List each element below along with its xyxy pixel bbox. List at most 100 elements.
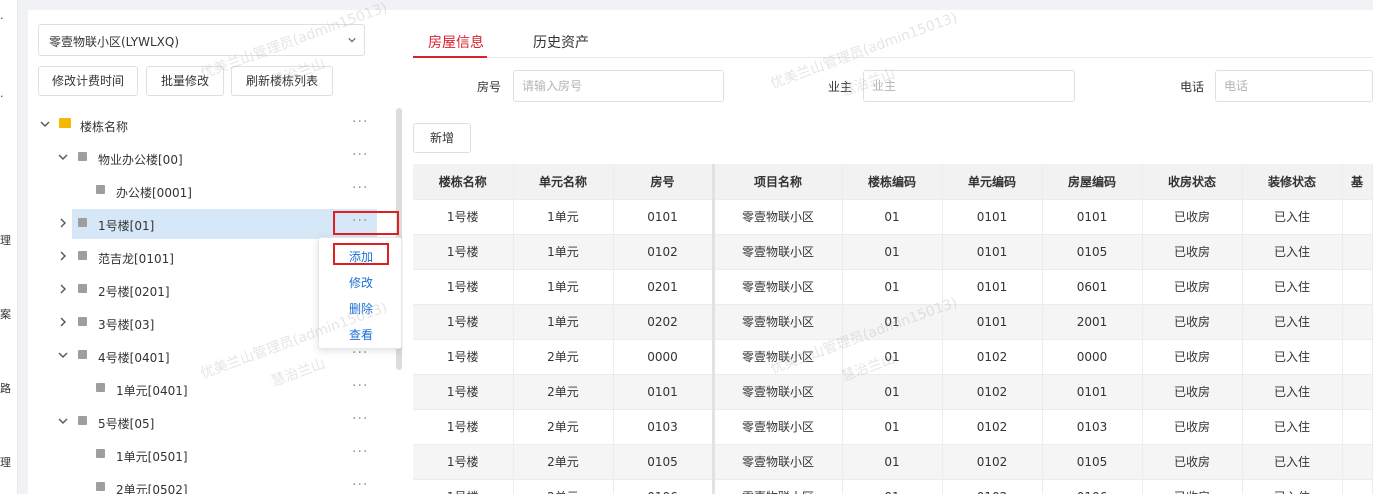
table-cell: 01 <box>842 374 943 410</box>
table-row[interactable]: 1号楼2单元0106零壹物联小区0101020106已收房已入住 <box>413 479 1373 494</box>
modify-billing-time-button[interactable]: 修改计费时间 <box>38 66 138 96</box>
side-nav: · · 理 案 路 理 <box>0 0 18 494</box>
unit-icon <box>96 383 105 392</box>
tree-node[interactable]: 办公楼[0001] ··· <box>36 176 396 206</box>
chevron-right-icon[interactable] <box>58 218 68 228</box>
owner-input[interactable] <box>863 70 1075 102</box>
table-cell: 2单元 <box>513 479 614 494</box>
more-icon[interactable]: ··· <box>352 378 368 394</box>
table-cell: 0101 <box>942 269 1043 305</box>
room-input[interactable] <box>513 70 724 102</box>
table-cell: 已入住 <box>1242 199 1343 235</box>
batch-modify-button[interactable]: 批量修改 <box>146 66 224 96</box>
table-cell: 已收房 <box>1142 304 1243 340</box>
table-cell: 1单元 <box>513 234 614 270</box>
more-icon[interactable]: ··· <box>352 411 368 427</box>
column-header: 房号 <box>613 164 715 200</box>
table-cell <box>1342 409 1373 445</box>
tab-active-indicator <box>413 56 487 58</box>
table-cell <box>1342 269 1373 305</box>
table-cell: 01 <box>842 444 943 480</box>
table-cell: 已入住 <box>1242 269 1343 305</box>
tree-node[interactable]: 1单元[0401] ··· <box>36 374 396 404</box>
building-icon <box>78 218 87 227</box>
add-button[interactable]: 新增 <box>413 123 471 153</box>
owner-label: 业主 <box>828 80 853 94</box>
table-cell: 0105 <box>1042 444 1143 480</box>
more-icon[interactable]: ··· <box>352 180 368 196</box>
room-label: 房号 <box>477 80 502 94</box>
chevron-down-icon[interactable] <box>58 152 68 162</box>
phone-input[interactable] <box>1215 70 1373 102</box>
menu-item-view[interactable]: 查看 <box>319 326 403 343</box>
tree-node[interactable]: 1单元[0501] ··· <box>36 440 396 470</box>
chevron-right-icon[interactable] <box>58 284 68 294</box>
tab-divider <box>413 57 1373 58</box>
more-icon[interactable]: ··· <box>352 114 368 130</box>
chevron-right-icon[interactable] <box>58 251 68 261</box>
nav-item[interactable]: 案 <box>0 306 11 322</box>
chevron-right-icon[interactable] <box>58 317 68 327</box>
tree-node-label: 物业办公楼[00] <box>98 153 183 167</box>
table-cell: 已入住 <box>1242 234 1343 270</box>
more-icon[interactable]: ··· <box>352 444 368 460</box>
table-cell: 01 <box>842 479 943 494</box>
table-header-row: 楼栋名称 单元名称 房号 项目名称 楼栋编码 单元编码 房屋编码 收房状态 装修… <box>413 164 1373 200</box>
table-row[interactable]: 1号楼 2单元 0105 零壹物联小区 01 0102 0105 已收房 已入住 <box>413 444 1373 480</box>
tree-node[interactable]: 5号楼[05] ··· <box>36 407 396 437</box>
building-icon <box>78 152 87 161</box>
refresh-building-list-button[interactable]: 刷新楼栋列表 <box>231 66 333 96</box>
tab-history-assets[interactable]: 历史资产 <box>533 32 589 52</box>
menu-item-delete[interactable]: 删除 <box>319 300 403 317</box>
nav-item[interactable]: 路 <box>0 380 11 396</box>
tab-house-info[interactable]: 房屋信息 <box>428 32 484 52</box>
tree-node[interactable]: 2单元[0502] ··· <box>36 473 396 494</box>
table-cell: 01 <box>842 409 943 445</box>
chevron-down-icon[interactable] <box>58 416 68 426</box>
table-cell: 0101 <box>942 199 1043 235</box>
table-cell: 1号楼 <box>413 409 514 445</box>
table-cell: 零壹物联小区 <box>713 234 843 270</box>
table-row[interactable]: 1号楼 2单元 0101 零壹物联小区 01 0102 0101 已收房 已入住 <box>413 374 1373 410</box>
table-cell: 已收房 <box>1142 269 1243 305</box>
more-icon[interactable]: ··· <box>352 477 368 493</box>
table-cell: 0000 <box>1042 339 1143 375</box>
unit-icon <box>96 449 105 458</box>
table-row[interactable]: 1号楼 1单元 0202 零壹物联小区 01 0101 2001 已收房 已入住 <box>413 304 1373 340</box>
table-cell: 1号楼 <box>413 199 514 235</box>
table-row[interactable]: 1号楼 2单元 0000 零壹物联小区 01 0102 0000 已收房 已入住 <box>413 339 1373 375</box>
phone-label: 电话 <box>1180 80 1205 94</box>
chevron-down-icon[interactable] <box>58 350 68 360</box>
nav-item[interactable]: 理 <box>0 232 11 248</box>
table-row[interactable]: 1号楼 1单元 0101 零壹物联小区 01 0101 0101 已收房 已入住 <box>413 199 1373 235</box>
nav-char: · <box>0 90 4 103</box>
table-cell: 2单元 <box>513 444 614 480</box>
community-select[interactable]: 零壹物联小区(LYWLXQ) <box>38 24 365 56</box>
table-cell: 零壹物联小区 <box>713 374 843 410</box>
tree-node[interactable]: 物业办公楼[00] ··· <box>36 143 396 173</box>
chevron-down-icon[interactable] <box>40 119 50 129</box>
table-cell: 1单元 <box>513 269 614 305</box>
table-cell: 已收房 <box>1142 234 1243 270</box>
table-row[interactable]: 1号楼 1单元 0102 零壹物联小区 01 0101 0105 已收房 已入住 <box>413 234 1373 270</box>
tree-node-label: 1单元[0401] <box>116 384 188 398</box>
nav-item[interactable]: 理 <box>0 454 11 470</box>
app-root: · · 理 案 路 理 零壹物联小区(LYWLXQ) 修改计费时间 批量修改 刷… <box>0 0 1373 494</box>
column-header: 单元名称 <box>513 164 614 200</box>
table-cell: 0102 <box>942 444 1043 480</box>
tree-node-root[interactable]: 楼栋名称 ··· <box>36 110 396 140</box>
table-cell: 0101 <box>613 199 715 235</box>
building-icon <box>78 284 87 293</box>
table-row[interactable]: 1号楼 2单元 0103 零壹物联小区 01 0102 0103 已收房 已入住 <box>413 409 1373 445</box>
table-cell: 0106 <box>613 479 715 494</box>
table-cell <box>1342 479 1373 494</box>
table-row[interactable]: 1号楼 1单元 0201 零壹物联小区 01 0101 0601 已收房 已入住 <box>413 269 1373 305</box>
table-cell: 01 <box>842 304 943 340</box>
menu-item-edit[interactable]: 修改 <box>319 274 403 291</box>
folder-icon <box>59 118 71 128</box>
table-cell: 零壹物联小区 <box>713 409 843 445</box>
more-icon[interactable]: ··· <box>352 147 368 163</box>
unit-icon <box>96 185 105 194</box>
tree-node-label: 5号楼[05] <box>98 417 155 431</box>
tree-node-label: 楼栋名称 <box>80 120 129 134</box>
